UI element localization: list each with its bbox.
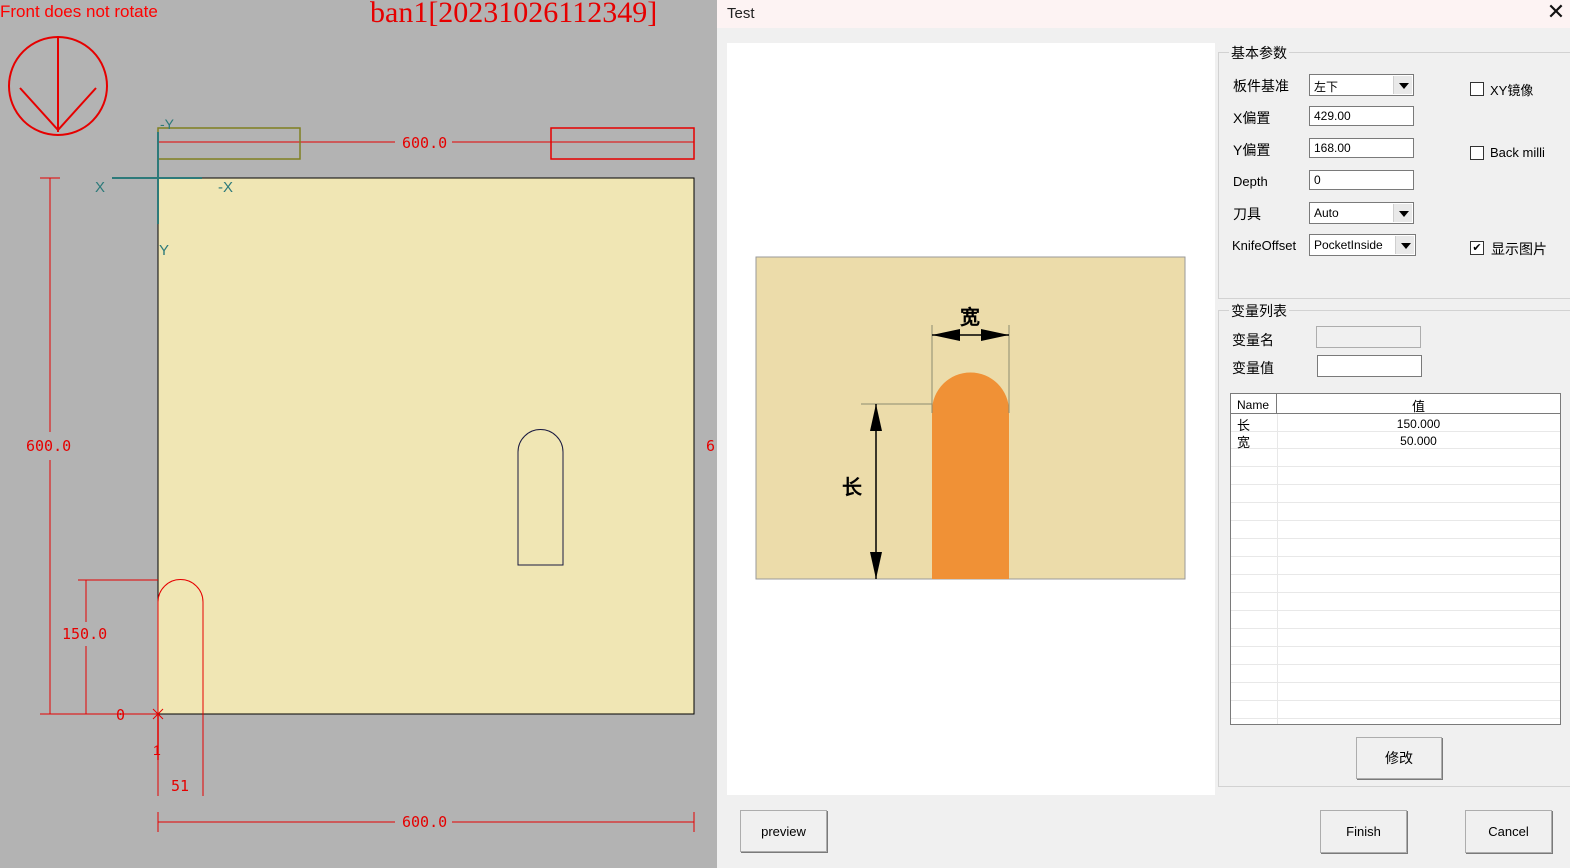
preview-button[interactable]: preview [740,810,827,852]
slot-shape [932,372,1009,579]
axis-label-neg-y: -Y [160,116,174,132]
dim-right-partial: 6 [706,437,716,455]
y-offset-input[interactable] [1309,138,1414,158]
board-ref-label: 板件基准 [1233,78,1289,94]
table-row[interactable]: 宽 50.000 [1231,432,1560,450]
show-image-label: 显示图片 [1491,241,1547,257]
var-value-input[interactable] [1317,355,1422,377]
preview-width-label: 宽 [960,305,980,329]
axis-label-y: Y [159,242,170,259]
variables-table[interactable]: Name 值 长 150.000 宽 50.000 [1230,393,1561,725]
table-row[interactable]: 长 150.000 [1231,415,1560,433]
xy-mirror-label: XY镜像 [1490,83,1534,98]
var-name-input[interactable] [1316,326,1421,348]
tool-label: 刀具 [1233,206,1261,222]
tool-rect-left [157,127,301,160]
dim-origin: 0 [116,706,126,724]
back-mill-label: Back milli [1490,145,1545,160]
tool-value: Auto [1314,206,1339,220]
axis-label-neg-x: -X [218,179,233,196]
row-name-cell: 宽 [1237,435,1251,450]
show-image-checkbox[interactable]: ✔ [1470,241,1484,255]
board-panel [157,177,695,715]
knife-offset-label: KnifeOffset [1232,238,1297,253]
xy-mirror-checkbox[interactable] [1470,82,1484,96]
finish-button[interactable]: Finish [1320,810,1407,853]
cad-canvas[interactable]: Front does not rotate ban1[2023102611234… [0,0,717,868]
back-mill-checkbox[interactable] [1470,146,1484,160]
chevron-down-icon[interactable] [1395,236,1414,254]
chevron-down-icon[interactable] [1393,204,1412,222]
dialog-title: Test [727,5,755,22]
depth-label: Depth [1233,174,1268,189]
knife-offset-select[interactable]: PocketInside [1309,234,1416,256]
var-name-label: 变量名 [1232,332,1274,348]
var-value-label: 变量值 [1232,360,1274,376]
y-offset-label: Y偏置 [1233,142,1271,158]
x-offset-input[interactable] [1309,106,1414,126]
board-ref-value: 左下 [1314,80,1339,94]
cancel-button[interactable]: Cancel [1465,810,1552,853]
row-value-cell: 50.000 [1400,434,1437,448]
dim-slot-height: 150.0 [62,625,108,643]
depth-input[interactable] [1309,170,1414,190]
tool-select[interactable]: Auto [1309,202,1414,224]
grid-column-divider [1277,414,1278,724]
preview-pane: 宽 长 [727,43,1215,795]
dim-left-height: 600.0 [26,437,72,455]
row-value-cell: 150.000 [1396,417,1441,431]
variables-legend: 变量列表 [1229,301,1289,321]
tool-rect-right [550,127,695,160]
board-title: ban1[20231026112349] [370,0,658,29]
dim-slot-x: 51 [171,777,190,795]
knife-offset-value: PocketInside [1314,238,1383,252]
axis-label-x: X [95,179,106,196]
column-header-name[interactable]: Name [1231,394,1277,414]
dialog-titlebar[interactable]: Test ✕ [717,0,1570,28]
column-header-value[interactable]: 值 [1277,394,1560,414]
slot-preview-image [755,256,1186,580]
test-dialog: Test ✕ 宽 长 基本参数 板件基准 左下 X偏置 Y偏置 [717,0,1570,868]
close-icon[interactable]: ✕ [1544,1,1568,25]
x-offset-label: X偏置 [1233,110,1271,126]
cad-drawing [8,36,695,832]
preview-length-label: 长 [842,475,862,499]
dim-bottom-width: 600.0 [402,813,448,831]
modify-button[interactable]: 修改 [1356,737,1442,779]
chevron-down-icon[interactable] [1393,76,1412,94]
board-ref-select[interactable]: 左下 [1309,74,1414,96]
dim-top-width: 600.0 [402,134,448,152]
basic-params-legend: 基本参数 [1229,43,1289,63]
front-rotation-note: Front does not rotate [0,2,158,21]
dim-small-mark: 1 [153,742,161,758]
